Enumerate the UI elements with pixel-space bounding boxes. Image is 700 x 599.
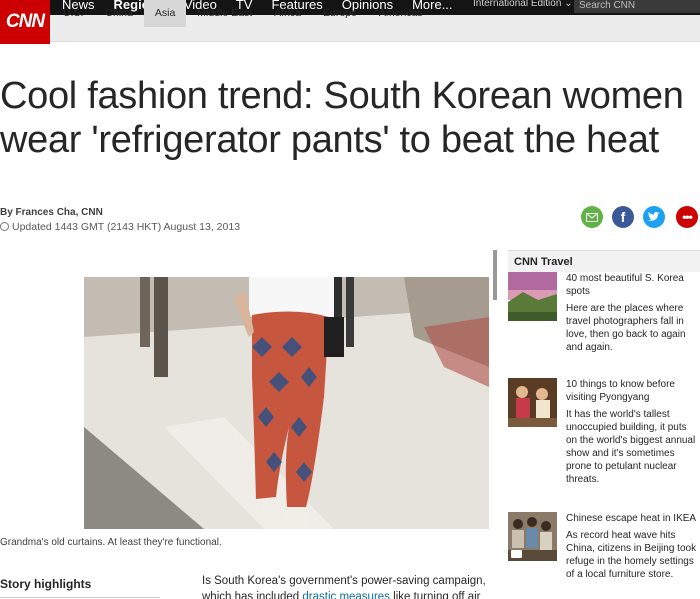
sunset-thumbnail-image (508, 272, 557, 321)
sidebar-story[interactable]: 10 things to know before visiting Pyongy… (508, 378, 700, 506)
facebook-icon: f (620, 209, 626, 225)
updated-timestamp: Updated 1443 GMT (2143 HKT) August 13, 2… (0, 221, 240, 233)
sidebar-story[interactable]: 40 most beautiful S. Korea spots Here ar… (508, 272, 700, 367)
email-icon (586, 212, 598, 222)
edition-selector[interactable]: International Edition ⌄ (473, 0, 573, 9)
divider (0, 597, 160, 598)
twitter-share-button[interactable] (643, 206, 665, 228)
performers-thumbnail-image (508, 378, 557, 427)
updated-text: Updated 1443 GMT (2143 HKT) August 13, 2… (12, 221, 241, 233)
sidebar-story-title[interactable]: Chinese escape heat in IKEA (566, 512, 700, 525)
sidebar-story[interactable]: Chinese escape heat in IKEA As record he… (508, 512, 700, 592)
ellipsis-icon: ••• (682, 210, 693, 224)
thumbnail[interactable] (508, 512, 557, 561)
sidewalk-photo-illustration (84, 277, 489, 529)
clock-icon (0, 222, 9, 231)
body-text-end: like turning off air (389, 591, 481, 599)
sidebar-story-title[interactable]: 40 most beautiful S. Korea spots (566, 272, 700, 298)
regions-subnav: U.S. China Asia Middle East Africa Europ… (52, 0, 434, 27)
thumbnail[interactable] (508, 272, 557, 321)
sidebar-story-title[interactable]: 10 things to know before visiting Pyongy… (566, 378, 700, 404)
thumbnail[interactable] (508, 378, 557, 427)
facebook-share-button[interactable]: f (612, 206, 634, 228)
twitter-icon (648, 212, 660, 221)
chevron-down-icon: ⌄ (564, 0, 573, 9)
sidebar-story-desc: As record heat wave hits China, citizens… (566, 530, 697, 580)
story-highlights-heading: Story highlights (0, 577, 92, 591)
sidebar-story-desc: It has the world's tallest unoccupied bu… (566, 409, 696, 485)
sidebar-heading: CNN Travel (508, 250, 700, 272)
article-photo[interactable] (84, 277, 489, 529)
subnav-americas[interactable]: Americas (368, 0, 434, 27)
subnav-middle-east[interactable]: Middle East (186, 0, 263, 27)
email-share-button[interactable] (581, 206, 603, 228)
article-body: Is South Korea's government's power-savi… (202, 573, 492, 599)
edition-label: International Edition (473, 0, 562, 9)
search-input[interactable]: Search CNN (574, 0, 700, 13)
cnn-logo[interactable]: CNN (0, 0, 50, 44)
photo-credit (493, 250, 497, 300)
sidebar-story-desc: Here are the places where travel photogr… (566, 303, 686, 353)
subnav-china[interactable]: China (94, 0, 143, 27)
article-headline: Cool fashion trend: South Korean women w… (0, 75, 684, 161)
photo-caption: Grandma's old curtains. At least they're… (0, 537, 222, 548)
subnav-asia[interactable]: Asia (143, 0, 187, 27)
more-share-button[interactable]: ••• (676, 206, 698, 228)
subnav-us[interactable]: U.S. (52, 0, 94, 27)
subnav-europe[interactable]: Europe (312, 0, 368, 27)
drastic-measures-link[interactable]: drastic measures (302, 591, 390, 599)
byline: By Frances Cha, CNN (0, 207, 103, 218)
subnav-africa[interactable]: Africa (263, 0, 312, 27)
camera-icon (511, 550, 522, 558)
